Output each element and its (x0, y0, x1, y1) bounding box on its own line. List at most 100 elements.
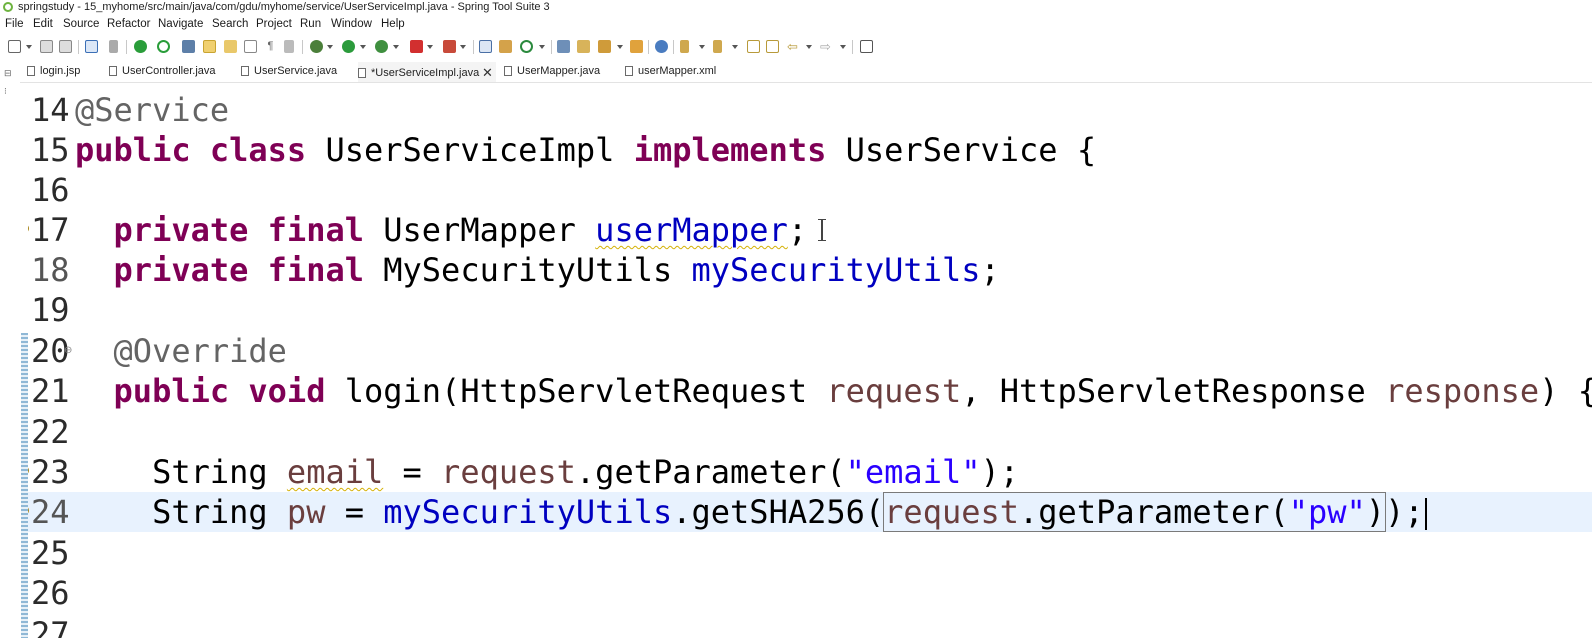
menu-source[interactable]: Source (63, 18, 99, 30)
back-dropdown-icon[interactable] (806, 45, 812, 49)
line-number: 22 (31, 413, 70, 451)
refresh-icon[interactable] (157, 40, 170, 53)
pen-icon[interactable] (598, 40, 611, 53)
tab-label: UserController.java (122, 65, 216, 77)
debug-dropdown-icon[interactable] (327, 45, 333, 49)
tab-label: *UserServiceImpl.java (371, 67, 480, 79)
pen-dropdown-icon[interactable] (617, 45, 623, 49)
fold-collapse-icon[interactable]: ⊖ (64, 331, 72, 371)
menu-run[interactable]: Run (300, 18, 321, 30)
code-line: 20 ⊖ @Override (28, 331, 1592, 371)
new-icon[interactable] (8, 40, 21, 53)
main-toolbar: ¶ ⇦ ⇨ (0, 36, 1592, 58)
open-type-icon[interactable] (182, 40, 195, 53)
tab-userservice-java[interactable]: UserService.java (241, 60, 351, 82)
code-line: 18 private final MySecurityUtils mySecur… (28, 250, 1592, 290)
next-annotation-icon[interactable] (680, 40, 689, 53)
toggle-mark-occurrences-icon[interactable] (203, 40, 216, 53)
java-file-icon (358, 68, 366, 78)
globe-icon[interactable] (655, 40, 668, 53)
menu-project[interactable]: Project (256, 18, 292, 30)
code-line: 16 (28, 170, 1592, 210)
toggle-block-selection-icon[interactable] (224, 40, 237, 53)
back-edit-icon[interactable] (766, 40, 779, 53)
menu-window[interactable]: Window (331, 18, 372, 30)
forward-dropdown-icon[interactable] (840, 45, 846, 49)
java-file-icon (241, 66, 249, 76)
line-number: 23 (31, 453, 70, 491)
new-class-dropdown-icon[interactable] (539, 45, 545, 49)
last-edit-location-icon[interactable] (747, 40, 760, 53)
tab-usercontroller-java[interactable]: UserController.java (109, 60, 234, 82)
run-external-icon[interactable] (375, 40, 388, 53)
toolbar-separator (302, 40, 303, 54)
line-number: 16 (31, 171, 70, 209)
warning-marker-icon[interactable] (28, 466, 29, 475)
line-code: String pw = mySecurityUtils.getSHA256(re… (75, 492, 1427, 532)
menu-search[interactable]: Search (212, 18, 248, 30)
tab-userserviceimpl-java[interactable]: *UserServiceImpl.java ✕ (358, 60, 496, 82)
open-task-icon[interactable] (557, 40, 570, 53)
toolbar-separator (551, 40, 552, 54)
stop-dropdown-icon[interactable] (427, 45, 433, 49)
menu-refactor[interactable]: Refactor (107, 18, 150, 30)
menu-edit[interactable]: Edit (33, 18, 53, 30)
code-line: 15 public class UserServiceImpl implemen… (28, 130, 1592, 170)
save-all-icon[interactable] (59, 40, 72, 53)
warning-marker-icon[interactable] (28, 224, 29, 233)
package-explorer-icon[interactable]: ⁝ (4, 87, 13, 96)
back-arrow-icon[interactable]: ⇦ (787, 40, 800, 53)
open-perspective-icon[interactable] (860, 40, 873, 53)
new-package-icon[interactable] (499, 40, 512, 53)
tab-label: login.jsp (40, 65, 81, 77)
previous-annotation-dropdown-icon[interactable] (732, 45, 738, 49)
relaunch-dropdown-icon[interactable] (460, 45, 466, 49)
previous-annotation-icon[interactable] (713, 40, 722, 53)
show-line-icon[interactable] (284, 40, 294, 53)
run-external-dropdown-icon[interactable] (393, 45, 399, 49)
java-file-icon (109, 66, 117, 76)
menu-navigate[interactable]: Navigate (158, 18, 203, 30)
line-code: private final UserMapper userMapper; (113, 211, 808, 249)
console-icon[interactable] (85, 40, 98, 53)
stop-icon[interactable] (410, 40, 423, 53)
menu-file[interactable]: File (5, 18, 24, 30)
line-code: private final MySecurityUtils mySecurity… (113, 251, 1000, 289)
change-ruler (21, 333, 28, 638)
open-folder-icon[interactable] (577, 40, 590, 53)
skip-breakpoints-icon[interactable] (109, 40, 118, 53)
forward-arrow-icon[interactable]: ⇨ (820, 40, 833, 53)
menu-help[interactable]: Help (381, 18, 405, 30)
save-icon[interactable] (40, 40, 53, 53)
open-resource-icon[interactable] (630, 40, 643, 53)
tab-label: UserMapper.java (517, 65, 601, 77)
line-number: 19 (31, 291, 70, 329)
show-whitespace-icon[interactable] (244, 40, 257, 53)
tab-usermapper-java[interactable]: UserMapper.java (504, 60, 616, 82)
code-line: 23 String email = request.getParameter("… (28, 452, 1592, 492)
new-java-project-icon[interactable] (479, 40, 492, 53)
toolbar-separator (852, 40, 853, 54)
new-class-icon[interactable] (520, 40, 533, 53)
relaunch-icon[interactable] (443, 40, 456, 53)
code-line: 19 (28, 290, 1592, 330)
line-code: String email = request.getParameter("ema… (75, 453, 1020, 491)
new-dropdown-icon[interactable] (26, 45, 32, 49)
spring-boot-icon[interactable] (134, 40, 147, 53)
line-code: public class UserServiceImpl implements … (75, 131, 1097, 169)
code-editor[interactable]: 14 @Service 15 public class UserServiceI… (28, 88, 1592, 638)
tab-usermapper-xml[interactable]: userMapper.xml (625, 60, 730, 82)
run-icon[interactable] (342, 40, 355, 53)
next-annotation-dropdown-icon[interactable] (699, 45, 705, 49)
line-code: @Override (113, 332, 287, 370)
restore-icon[interactable]: ⊟ (4, 69, 13, 78)
debug-icon[interactable] (310, 40, 323, 53)
pilcrow-icon[interactable]: ¶ (264, 40, 277, 53)
tab-close-icon[interactable]: ✕ (482, 62, 493, 84)
tab-login-jsp[interactable]: login.jsp (27, 60, 103, 82)
left-trim-stack: ⊟ ⁝ (0, 69, 20, 638)
editor-tab-bar: login.jsp UserController.java UserServic… (0, 60, 1592, 83)
warning-marker-icon[interactable] (28, 506, 29, 515)
line-number: 25 (31, 534, 70, 572)
run-dropdown-icon[interactable] (360, 45, 366, 49)
